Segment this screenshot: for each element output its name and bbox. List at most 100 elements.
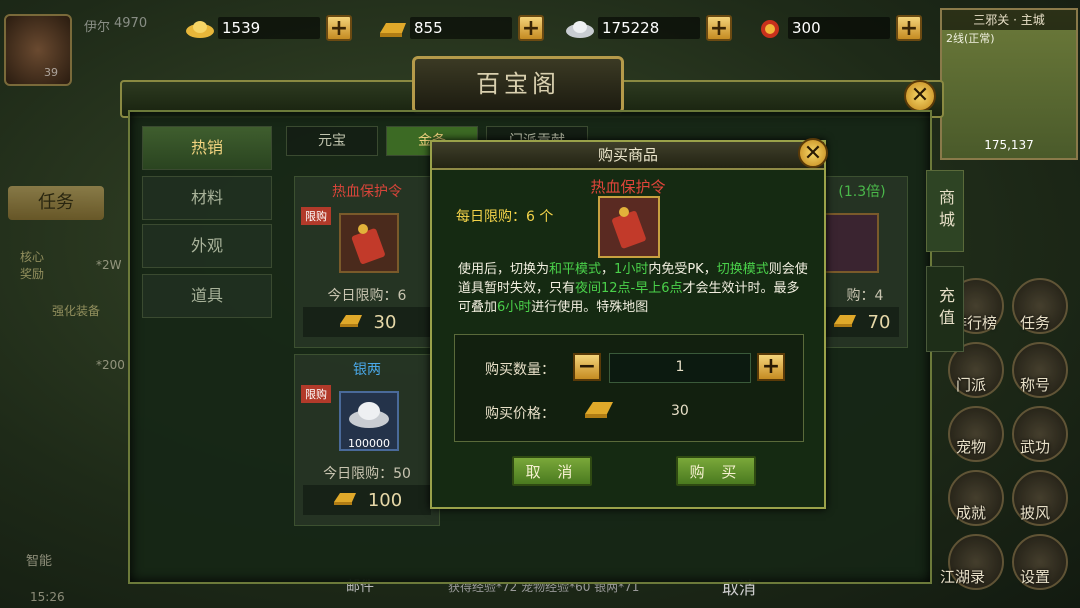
task-label: 任务 [38, 192, 74, 213]
desc-text: 使用后，切换为 [458, 262, 550, 277]
minimap-line: 2线(正常) [946, 32, 995, 45]
tab-recharge[interactable]: 充值 [926, 266, 964, 352]
smart-label: 智能 [25, 554, 52, 569]
dialog-daily-limit: 每日限购：6 个 [456, 209, 554, 225]
dialog-item-name: 热血保护令 [590, 178, 666, 196]
desc-highlight-hour: 1小时 [614, 262, 649, 277]
add-currency-button[interactable]: + [706, 15, 732, 41]
dialog-item-icon [598, 196, 660, 258]
tab-hot[interactable]: 热销 [142, 126, 272, 170]
item-icon [819, 213, 879, 273]
close-icon: ✕ [910, 83, 930, 108]
currency-value: 300 [788, 17, 890, 39]
minimap[interactable]: 三邪关 · 主城 2线(正常) 175,137 [940, 8, 1078, 160]
achievement-label: 成就 [956, 504, 987, 522]
cancel-button[interactable]: 取 消 [512, 456, 592, 486]
silver-ingot-icon [562, 15, 598, 41]
sect-label: 门派 [956, 376, 987, 394]
shop-item-card[interactable]: 热血保护令 限购 今日限购：6 30 [294, 176, 440, 348]
clock: 15:26 [30, 590, 65, 604]
currency-value: 175228 [598, 17, 700, 39]
buy-button[interactable]: 购 买 [676, 456, 756, 486]
player-power: 4970 [114, 16, 148, 31]
smart-button[interactable]: 智能 [18, 550, 60, 572]
currency-silver: 175228 + [562, 12, 732, 44]
minimap-title: 三邪关 · 主城 [942, 10, 1076, 30]
reward-count: *200 [96, 358, 125, 372]
title-badge-label: 称号 [1020, 376, 1051, 394]
dialog-title: 购买商品 [432, 142, 824, 170]
task-menu-label: 任务 [1020, 314, 1051, 332]
tab-mall-label: 商城 [936, 189, 955, 233]
item-price: 70 [823, 307, 899, 337]
silver-ingot-icon: 100000 [339, 391, 399, 451]
increase-quantity-button[interactable]: + [757, 353, 785, 381]
item-name: 热血保护令 [332, 184, 402, 200]
gold-bar-icon [374, 15, 410, 41]
desc-text: 进行使用。特殊地图 [531, 300, 649, 315]
cape-label: 披风 [1020, 504, 1051, 522]
player-level: 39 [44, 66, 58, 79]
tab-materials[interactable]: 材料 [142, 176, 272, 220]
task-button[interactable]: 任务 [8, 186, 104, 220]
currency-red-pouch: 300 + [752, 12, 922, 44]
martial-arts-label: 武功 [1020, 438, 1051, 456]
purchase-form: 购买数量： − 1 + 购买价格： 30 [454, 334, 804, 442]
price-label: 购买价格： [485, 406, 555, 422]
desc-highlight-switch: 切换模式 [716, 262, 769, 277]
desc-text: ， [601, 262, 615, 277]
daily-limit: 购：4 [846, 288, 884, 304]
item-price: 30 [303, 307, 431, 337]
desc-highlight-night: 夜间12点-早上6点 [575, 281, 683, 296]
price-value: 100 [367, 489, 403, 511]
item-price: 100 [303, 485, 431, 515]
add-currency-button[interactable]: + [326, 15, 352, 41]
add-currency-button[interactable]: + [518, 15, 544, 41]
desc-text: 内免受PK， [648, 262, 717, 277]
gold-bar-icon [332, 489, 358, 512]
player-avatar[interactable] [4, 14, 72, 86]
price-value: 30 [671, 403, 689, 419]
limit-badge: 限购 [301, 385, 331, 403]
price-value: 70 [867, 311, 891, 333]
pet-label: 宠物 [956, 438, 987, 456]
player-name: 伊尔 [84, 20, 111, 35]
desc-highlight-six: 6小时 [497, 300, 532, 315]
tab-items[interactable]: 道具 [142, 274, 272, 318]
quest-text: 强化装备 [52, 304, 101, 318]
decrease-quantity-button[interactable]: − [573, 353, 601, 381]
item-name: 银两 [353, 362, 381, 378]
core-reward-label: 核心奖励 [20, 250, 45, 281]
tab-recharge-label: 充值 [936, 287, 955, 331]
quantity-input[interactable]: 1 [609, 353, 751, 383]
dialog-description: 使用后，切换为和平模式，1小时内免受PK，切换模式则会使道具暂时失效，只有夜间1… [458, 260, 808, 316]
currency-gold-ingot: 1539 + [182, 12, 352, 44]
limit-badge: 限购 [301, 207, 331, 225]
purchase-dialog: 购买商品 热血保护令 每日限购：6 个 使用后，切换为和平模式，1小时内免受PK… [430, 140, 826, 509]
protection-token-icon [339, 213, 399, 273]
silver-amount: 100000 [348, 437, 390, 450]
red-pouch-icon [752, 15, 788, 41]
gold-bar-icon [338, 311, 364, 334]
tab-mall[interactable]: 商城 [926, 170, 964, 252]
gold-bar-icon [832, 311, 858, 334]
settings-label: 设置 [1020, 568, 1051, 586]
close-shop-button[interactable]: ✕ [904, 80, 936, 112]
add-currency-button[interactable]: + [896, 15, 922, 41]
tab-yuanbao[interactable]: 元宝 [286, 126, 378, 156]
close-icon: ✕ [803, 141, 823, 166]
tab-appearance[interactable]: 外观 [142, 224, 272, 268]
currency-value: 855 [410, 17, 512, 39]
desc-highlight-peace: 和平模式 [549, 262, 602, 277]
quantity-label: 购买数量： [485, 362, 555, 378]
price-value: 30 [373, 311, 397, 333]
close-dialog-button[interactable]: ✕ [798, 138, 828, 168]
shop-title: 百宝阁 [412, 56, 624, 114]
daily-limit: 今日限购：6 [327, 288, 407, 304]
currency-value: 1539 [218, 17, 320, 39]
shop-item-card[interactable]: 银两 限购 100000 今日限购：50 100 [294, 354, 440, 526]
currency-gold-bar: 855 + [374, 12, 544, 44]
gold-ingot-icon [182, 15, 218, 41]
reward-count: *2W [96, 258, 122, 272]
item-name: (1.3倍) [838, 184, 886, 200]
